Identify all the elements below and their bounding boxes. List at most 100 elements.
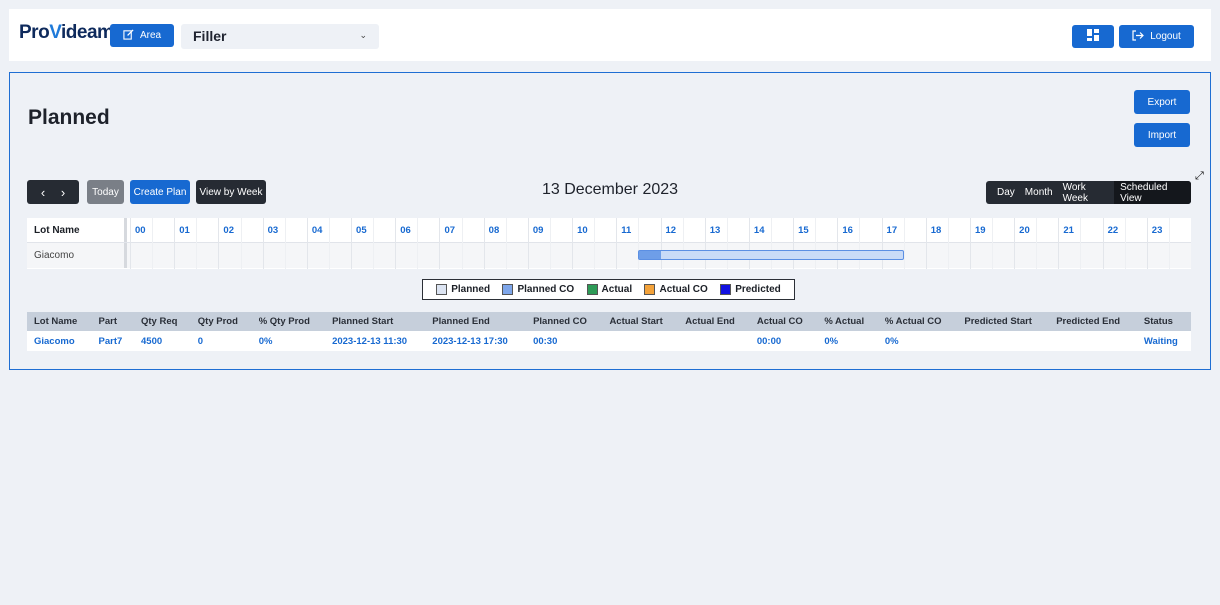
- gantt-half-hour-gridline: [152, 218, 154, 269]
- gantt-hour-gridline: [1058, 218, 1060, 269]
- col-planned-end[interactable]: Planned End: [425, 312, 527, 331]
- cell-pct-qty-prod: 0%: [251, 331, 326, 351]
- plan-table: Lot Name Part Qty Req Qty Prod % Qty Pro…: [27, 312, 1191, 351]
- logout-icon: [1132, 29, 1145, 44]
- col-predicted-start[interactable]: Predicted Start: [957, 312, 1050, 331]
- gantt-legend: Planned Planned CO Actual Actual CO Pred…: [422, 279, 795, 300]
- gantt-hour-label: 11: [621, 225, 632, 236]
- gantt-hour-gridline: [881, 218, 883, 269]
- cell-planned-start: 2023-12-13 11:30: [325, 331, 426, 351]
- gantt-half-hour-gridline: [373, 218, 375, 269]
- gantt-hour-label: 22: [1107, 225, 1119, 236]
- gantt-hour-label: 10: [577, 225, 588, 236]
- cell-planned-end: 2023-12-13 17:30: [425, 331, 527, 351]
- col-pct-qty-prod[interactable]: % Qty Prod: [251, 312, 326, 331]
- col-qty-req[interactable]: Qty Req: [134, 312, 191, 331]
- area-select[interactable]: Filler ⌄: [181, 24, 379, 49]
- gantt-half-hour-gridline: [196, 218, 198, 269]
- legend-label: Planned: [451, 284, 491, 295]
- export-button[interactable]: Export: [1134, 90, 1190, 114]
- gantt-hour-gridline: [527, 218, 529, 269]
- legend-predicted: Predicted: [720, 284, 781, 295]
- col-part[interactable]: Part: [91, 312, 134, 331]
- logo-text-post: ideam: [61, 22, 114, 43]
- legend-swatch-actual: [586, 284, 598, 295]
- col-planned-co[interactable]: Planned CO: [526, 312, 603, 331]
- gantt-half-hour-gridline: [284, 218, 286, 269]
- page-title: Planned: [28, 106, 110, 129]
- gantt-hour-gridline: [351, 218, 353, 269]
- cell-actual-end: [678, 331, 750, 351]
- view-month[interactable]: Month: [1020, 181, 1058, 204]
- col-predicted-end[interactable]: Predicted End: [1049, 312, 1137, 331]
- gantt-hour-gridline: [1102, 218, 1104, 269]
- col-actual-end[interactable]: Actual End: [678, 312, 750, 331]
- gantt-hour-label: 20: [1019, 225, 1030, 236]
- view-scheduled[interactable]: Scheduled View: [1114, 181, 1191, 204]
- col-planned-start[interactable]: Planned Start: [325, 312, 426, 331]
- gantt-half-hour-gridline: [726, 218, 728, 269]
- gantt-planned-bar[interactable]: [638, 250, 904, 260]
- gantt-hour-label: 05: [356, 225, 367, 236]
- cell-actual-start: [602, 331, 679, 351]
- cell-predicted-end: [1049, 331, 1137, 351]
- gantt-half-hour-gridline: [947, 218, 949, 269]
- gantt-hour-label: 01: [179, 225, 190, 236]
- area-button-label: Area: [139, 30, 162, 41]
- gantt-half-hour-gridline: [1036, 218, 1038, 269]
- gantt-hour-gridline: [1014, 218, 1016, 269]
- providean-logo[interactable]: ProVideam: [19, 22, 114, 44]
- gantt-hour-gridline: [218, 218, 220, 269]
- gantt-hour-gridline: [969, 218, 971, 269]
- logo-text-v: V: [49, 22, 62, 43]
- view-switcher: Day Month Work Week Scheduled View: [986, 181, 1191, 204]
- legend-swatch-predicted: [720, 284, 732, 295]
- import-button[interactable]: Import: [1134, 123, 1190, 147]
- gantt-half-hour-gridline: [461, 218, 463, 269]
- expand-icon[interactable]: ⤢: [1195, 170, 1204, 183]
- cell-planned-co: 00:30: [526, 331, 603, 351]
- col-pct-actual-co[interactable]: % Actual CO: [877, 312, 958, 331]
- legend-label: Planned CO: [517, 284, 575, 295]
- area-button[interactable]: Area: [110, 24, 174, 47]
- cell-predicted-start: [957, 331, 1050, 351]
- gantt-planned-co-bar[interactable]: [639, 251, 662, 259]
- cell-part: Part7: [91, 331, 134, 351]
- col-lot-name[interactable]: Lot Name: [27, 312, 92, 331]
- col-actual-start[interactable]: Actual Start: [602, 312, 679, 331]
- gantt-hour-gridline: [660, 218, 662, 269]
- gantt-hour-label: 21: [1063, 225, 1074, 236]
- gantt-hour-gridline: [748, 218, 750, 269]
- top-bar: ProVideam Area Filler ⌄ Logout: [9, 9, 1211, 61]
- gantt-half-hour-gridline: [771, 218, 773, 269]
- dashboard-button[interactable]: [1072, 25, 1114, 48]
- cell-lot-name[interactable]: Giacomo: [27, 331, 92, 351]
- gantt-chart: Lot Name 00 01 02 03 04 05 06 07 08 09 10 11 12 13 14 1…: [27, 218, 1191, 269]
- gantt-hour-label: 13: [709, 225, 721, 236]
- cell-pct-actual: 0%: [817, 331, 878, 351]
- legend-swatch-planned-co: [502, 284, 514, 295]
- gantt-half-hour-gridline: [815, 218, 817, 269]
- gantt-hour-gridline: [704, 218, 706, 269]
- table-header-row: Lot Name Part Qty Req Qty Prod % Qty Pro…: [27, 312, 1191, 331]
- table-row[interactable]: Giacomo Part7 4500 0 0% 2023-12-13 11:30…: [27, 331, 1191, 351]
- gantt-header: Lot Name 00 01 02 03 04 05 06 07 08 09 10 11 12 13 14 1…: [27, 218, 1191, 243]
- gantt-half-hour-gridline: [1124, 218, 1126, 269]
- gantt-half-hour-gridline: [505, 218, 507, 269]
- gantt-hour-label: 07: [444, 225, 456, 236]
- view-day[interactable]: Day: [986, 181, 1020, 204]
- col-qty-prod[interactable]: Qty Prod: [190, 312, 252, 331]
- gantt-hour-gridline: [793, 218, 795, 269]
- gantt-hour-gridline: [483, 218, 485, 269]
- legend-label: Actual: [601, 284, 633, 295]
- logout-button[interactable]: Logout: [1119, 25, 1194, 48]
- gantt-hour-gridline: [837, 218, 839, 269]
- planned-panel: Planned Export Import ‹ › Today Create P…: [9, 72, 1211, 370]
- col-status[interactable]: Status: [1136, 312, 1191, 331]
- gantt-row-lot: Giacomo: [27, 243, 127, 268]
- col-pct-actual[interactable]: % Actual: [817, 312, 878, 331]
- col-actual-co[interactable]: Actual CO: [749, 312, 818, 331]
- view-work-week[interactable]: Work Week: [1058, 181, 1115, 204]
- gantt-half-hour-gridline: [328, 218, 330, 269]
- gantt-half-hour-gridline: [1168, 218, 1170, 269]
